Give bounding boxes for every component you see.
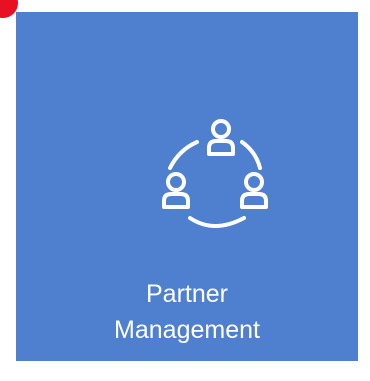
partner-management-tile[interactable]: Partner Management [16, 12, 358, 361]
stage: Partner Management [0, 0, 370, 381]
tile-label-line2: Management [114, 316, 260, 344]
tile-label: Partner Management [16, 276, 358, 348]
tile-label-line1: Partner [146, 280, 228, 308]
partner-network-icon [162, 119, 268, 228]
